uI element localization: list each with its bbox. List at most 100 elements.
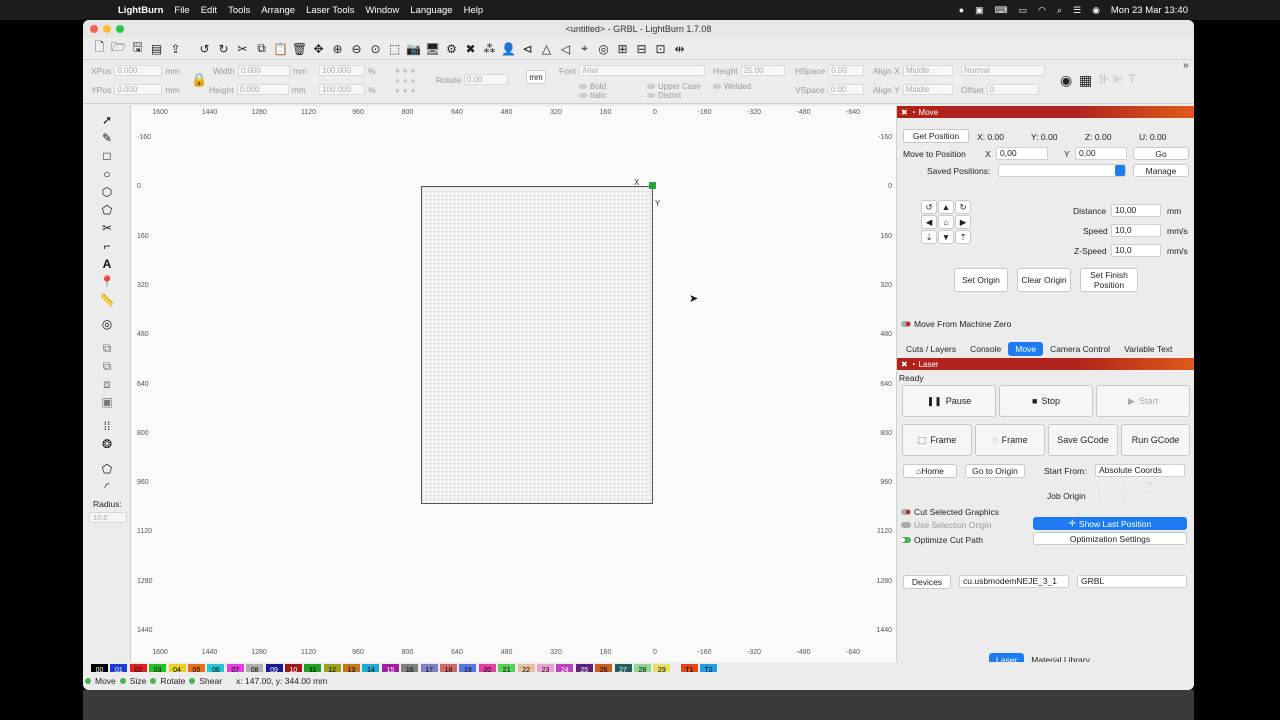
jog-left-icon[interactable]: ◀ (921, 215, 937, 229)
font-height-input[interactable]: 25.00 (740, 65, 785, 76)
save-gcode-button[interactable]: Save GCode (1048, 424, 1118, 456)
size-toggle-icon[interactable] (119, 678, 126, 684)
radius-input[interactable]: 10.0 (89, 512, 127, 523)
position-pin-icon[interactable]: 📍 (99, 274, 115, 290)
set-finish-position-button[interactable]: Set Finish Position (1080, 268, 1138, 292)
weld-icon[interactable]: ⧉ (99, 340, 115, 356)
move-tool-icon[interactable]: ⇹ (671, 40, 688, 57)
align-tools-icon[interactable]: ⊪ ⊫ ⊤ (1099, 72, 1137, 86)
menu-arrange[interactable]: Arrange (261, 5, 295, 16)
frame-box-icon[interactable]: ⌐ (99, 238, 115, 254)
menubar-clock[interactable]: Mon 23 Mar 13:40 (1111, 5, 1188, 16)
distribute-icon[interactable]: ⊟ (633, 40, 650, 57)
display-icon[interactable]: ▣ (975, 5, 984, 16)
anchor-grid-icon[interactable]: ●●● ●●● ●●● (395, 66, 419, 96)
close-panel-icon[interactable]: ✖ (901, 108, 908, 117)
delete-icon[interactable]: 🗑 (291, 40, 308, 57)
align-y-select[interactable]: Middle (902, 84, 953, 95)
start-button[interactable]: ▶ Start (1096, 385, 1190, 417)
camera-icon[interactable]: 📷 (405, 40, 422, 57)
xpos-input[interactable]: 0.000 (114, 65, 163, 76)
home-button[interactable]: ⌂ Home (903, 464, 957, 478)
shear-toggle-icon[interactable] (189, 678, 196, 684)
rotate-icon[interactable]: ◁ (557, 40, 574, 57)
tab-move[interactable]: Move (1008, 342, 1044, 356)
ypos-input[interactable]: 0.000 (114, 84, 163, 95)
height-input[interactable]: 0.000 (236, 84, 289, 95)
italic-toggle[interactable] (579, 93, 587, 98)
manage-button[interactable]: Manage (1133, 164, 1189, 177)
cut-icon[interactable]: ✂ (234, 40, 251, 57)
float-laser-panel-icon[interactable]: ◔ (911, 360, 916, 369)
measure-ruler-icon[interactable]: 📏 (99, 292, 115, 308)
ellipse-icon[interactable]: ○ (99, 166, 115, 182)
laser-machine-icon[interactable]: ▦ (1079, 72, 1092, 89)
close-laser-panel-icon[interactable]: ✖ (901, 360, 908, 369)
job-origin-grid[interactable]: ○○● ○○○ ○○○ (1097, 480, 1174, 507)
use-selection-origin-toggle[interactable] (901, 522, 911, 528)
run-gcode-button[interactable]: Run GCode (1121, 424, 1190, 456)
move-toggle-icon[interactable] (85, 678, 91, 684)
record-icon[interactable]: ● (959, 5, 964, 15)
device-select[interactable]: GRBL (1077, 575, 1187, 588)
tab-break-icon[interactable]: ⬠ (99, 461, 115, 477)
dock-icon[interactable]: ⊡ (652, 40, 669, 57)
redo-icon[interactable]: ↻ (215, 40, 232, 57)
font-select[interactable]: Arial (579, 65, 706, 76)
design-canvas[interactable]: 1600 1440 1280 1120 960 800 640 480 320 160 0 -160-… (131, 106, 896, 662)
tab-cuts-layers[interactable]: Cuts / Layers (899, 342, 963, 356)
tab-variable-text[interactable]: Variable Text (1117, 342, 1179, 356)
pan-icon[interactable]: ✥ (310, 40, 327, 57)
start-from-select[interactable]: Absolute Coords (1095, 464, 1185, 477)
devices-button[interactable]: Devices (903, 575, 951, 589)
jog-up-icon[interactable]: ▲ (938, 200, 954, 214)
boolean-subtract-icon[interactable]: ⧈ (99, 376, 115, 392)
new-file-icon[interactable]: 🗋 (91, 40, 108, 57)
upper-case-toggle[interactable] (647, 84, 655, 89)
menu-app-name[interactable]: LightBurn (118, 5, 163, 16)
boolean-intersect-icon[interactable]: ▣ (99, 394, 115, 410)
speed-input[interactable]: 10,0 (1111, 224, 1161, 237)
polygon-icon[interactable]: ⬡ (99, 184, 115, 200)
offset-input[interactable]: 0 (986, 84, 1039, 95)
target-icon[interactable]: ◎ (595, 40, 612, 57)
menu-laser-tools[interactable]: Laser Tools (306, 5, 354, 16)
save-as-icon[interactable]: ▤ (148, 40, 165, 57)
menu-file[interactable]: File (174, 5, 189, 16)
offset-shapes-icon[interactable]: ◎ (99, 316, 115, 332)
search-icon[interactable]: ⌕ (1057, 5, 1062, 16)
save-icon[interactable]: 🖫 (129, 40, 146, 57)
distort-toggle[interactable] (647, 93, 655, 98)
text-style-select[interactable]: Normal (961, 65, 1045, 76)
optimize-cut-path-toggle[interactable] (901, 537, 911, 543)
frame-circle-button[interactable]: ◌ Frame (975, 424, 1045, 456)
undo-icon[interactable]: ↺ (196, 40, 213, 57)
scale-width-input[interactable]: 100.000 (319, 65, 365, 76)
trim-scissors-icon[interactable]: ✂ (99, 220, 115, 236)
menu-language[interactable]: Language (410, 5, 452, 16)
jog-down-icon[interactable]: ▼ (938, 230, 954, 244)
saved-positions-chevron-icon[interactable] (1115, 165, 1125, 176)
jog-right-icon[interactable]: ▶ (955, 215, 971, 229)
jog-rotate-cw-icon[interactable]: ↻ (955, 200, 971, 214)
zoom-in-icon[interactable]: ⊕ (329, 40, 346, 57)
menu-tools[interactable]: Tools (228, 5, 250, 16)
float-panel-icon[interactable]: ◔ (911, 108, 916, 117)
frame-rect-button[interactable]: ⬚ Frame (902, 424, 972, 456)
mirror-icon[interactable]: △ (538, 40, 555, 57)
jog-home-icon[interactable]: ⌂ (938, 215, 954, 229)
jog-z-down-icon[interactable]: ⇣ (921, 230, 937, 244)
menu-help[interactable]: Help (464, 5, 484, 16)
align-x-select[interactable]: Middle (902, 65, 953, 76)
circular-array-icon[interactable]: ❂ (99, 436, 115, 452)
zoom-window-button[interactable] (116, 25, 124, 33)
open-folder-icon[interactable]: 🗁 (110, 40, 127, 57)
width-input[interactable]: 0.000 (237, 65, 290, 76)
move-y-input[interactable]: 0,00 (1075, 147, 1127, 160)
lock-icon[interactable]: 🔒 (191, 72, 207, 88)
clear-origin-button[interactable]: Clear Origin (1017, 268, 1071, 292)
move-from-zero-toggle[interactable] (901, 321, 911, 327)
paste-icon[interactable]: 📋 (272, 40, 289, 57)
stop-button[interactable]: ■ Stop (999, 385, 1093, 417)
set-origin-button[interactable]: Set Origin (954, 268, 1008, 292)
